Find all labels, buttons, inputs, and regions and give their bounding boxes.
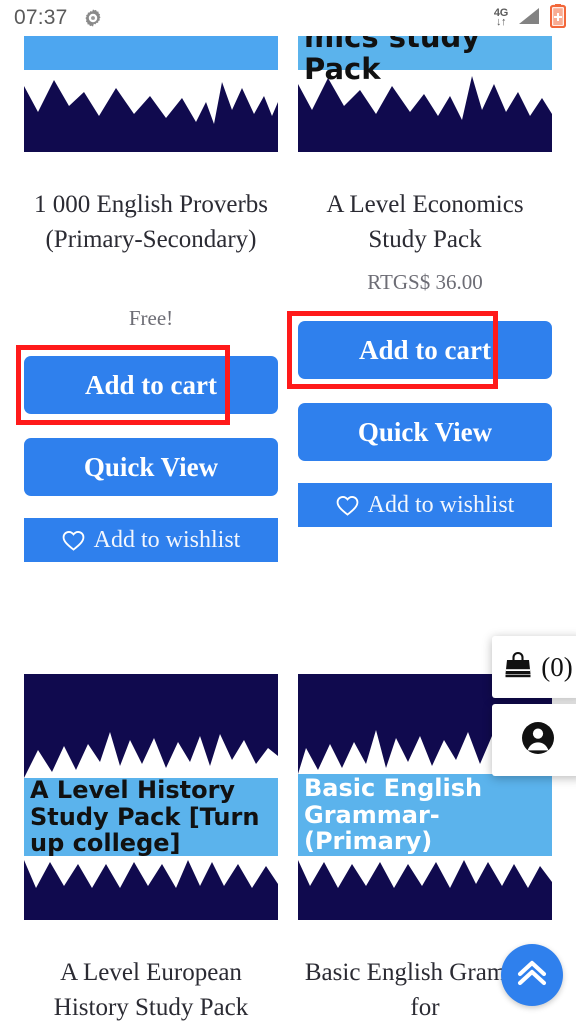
scroll-to-top-button[interactable] xyxy=(501,944,563,1006)
product-card-a-level-european-history[interactable]: A Level History Study Pack [Turn up coll… xyxy=(24,674,278,1024)
product-title[interactable]: A Level Economics Study Pack xyxy=(298,188,552,264)
product-thumbnail[interactable]: A Level History Study Pack [Turn up coll… xyxy=(24,674,278,920)
quick-view-button[interactable]: Quick View xyxy=(24,438,278,496)
account-circle-icon xyxy=(520,720,556,761)
product-actions: Add to cart xyxy=(16,345,278,425)
add-to-wishlist-button[interactable]: Add to wishlist xyxy=(24,518,278,562)
product-thumbnail[interactable] xyxy=(24,36,278,152)
product-price: Free! xyxy=(128,306,174,330)
quick-view-button[interactable]: Quick View xyxy=(298,403,552,461)
status-bar: 07:37 4G ↓↑ xyxy=(0,0,576,36)
product-thumbnail[interactable]: mics study Pack xyxy=(298,36,552,152)
status-bar-clock: 07:37 xyxy=(14,6,68,29)
product-title[interactable]: 1 000 English Proverbs (Primary-Secondar… xyxy=(24,188,278,300)
thumbnail-caption: A Level History Study Pack [Turn up coll… xyxy=(30,775,260,858)
battery-charging-icon xyxy=(549,3,567,33)
double-chevron-up-icon xyxy=(516,958,548,993)
network-arrows: ↓↑ xyxy=(495,16,507,28)
gear-icon xyxy=(82,7,104,29)
heart-icon xyxy=(336,495,359,516)
product-title[interactable]: A Level European History Study Pack xyxy=(24,956,278,1024)
add-to-wishlist-button[interactable]: Add to wishlist xyxy=(298,483,552,527)
product-card-english-proverbs[interactable]: 1 000 English Proverbs (Primary-Secondar… xyxy=(16,36,278,562)
account-widget[interactable] xyxy=(492,704,576,776)
app-root: 07:37 4G ↓↑ 1 000 English Proverbs (Prim… xyxy=(0,0,576,1024)
add-to-wishlist-label: Add to wishlist xyxy=(93,526,241,553)
product-card-a-level-economics[interactable]: mics study Pack A Level Economics Study … xyxy=(287,36,552,527)
status-bar-indicators: 4G ↓↑ xyxy=(494,3,567,33)
thumbnail-caption: mics study Pack xyxy=(304,36,481,86)
add-to-cart-button[interactable]: Add to cart xyxy=(24,356,278,414)
product-price: RTGS$ 36.00 xyxy=(367,270,483,294)
cart-widget[interactable]: (0) xyxy=(492,636,576,698)
add-to-cart-button[interactable]: Add to cart xyxy=(298,321,552,379)
product-actions: Add to cart xyxy=(287,311,552,389)
add-to-wishlist-label: Add to wishlist xyxy=(367,491,515,518)
thumbnail-caption: Basic English Grammar-(Primary) xyxy=(304,773,483,856)
signal-triangle-icon xyxy=(517,6,541,31)
heart-icon xyxy=(62,530,85,551)
network-4g-icon: 4G ↓↑ xyxy=(494,8,508,28)
cart-count-label: (0) xyxy=(541,651,573,682)
shopping-bag-icon xyxy=(503,651,533,684)
